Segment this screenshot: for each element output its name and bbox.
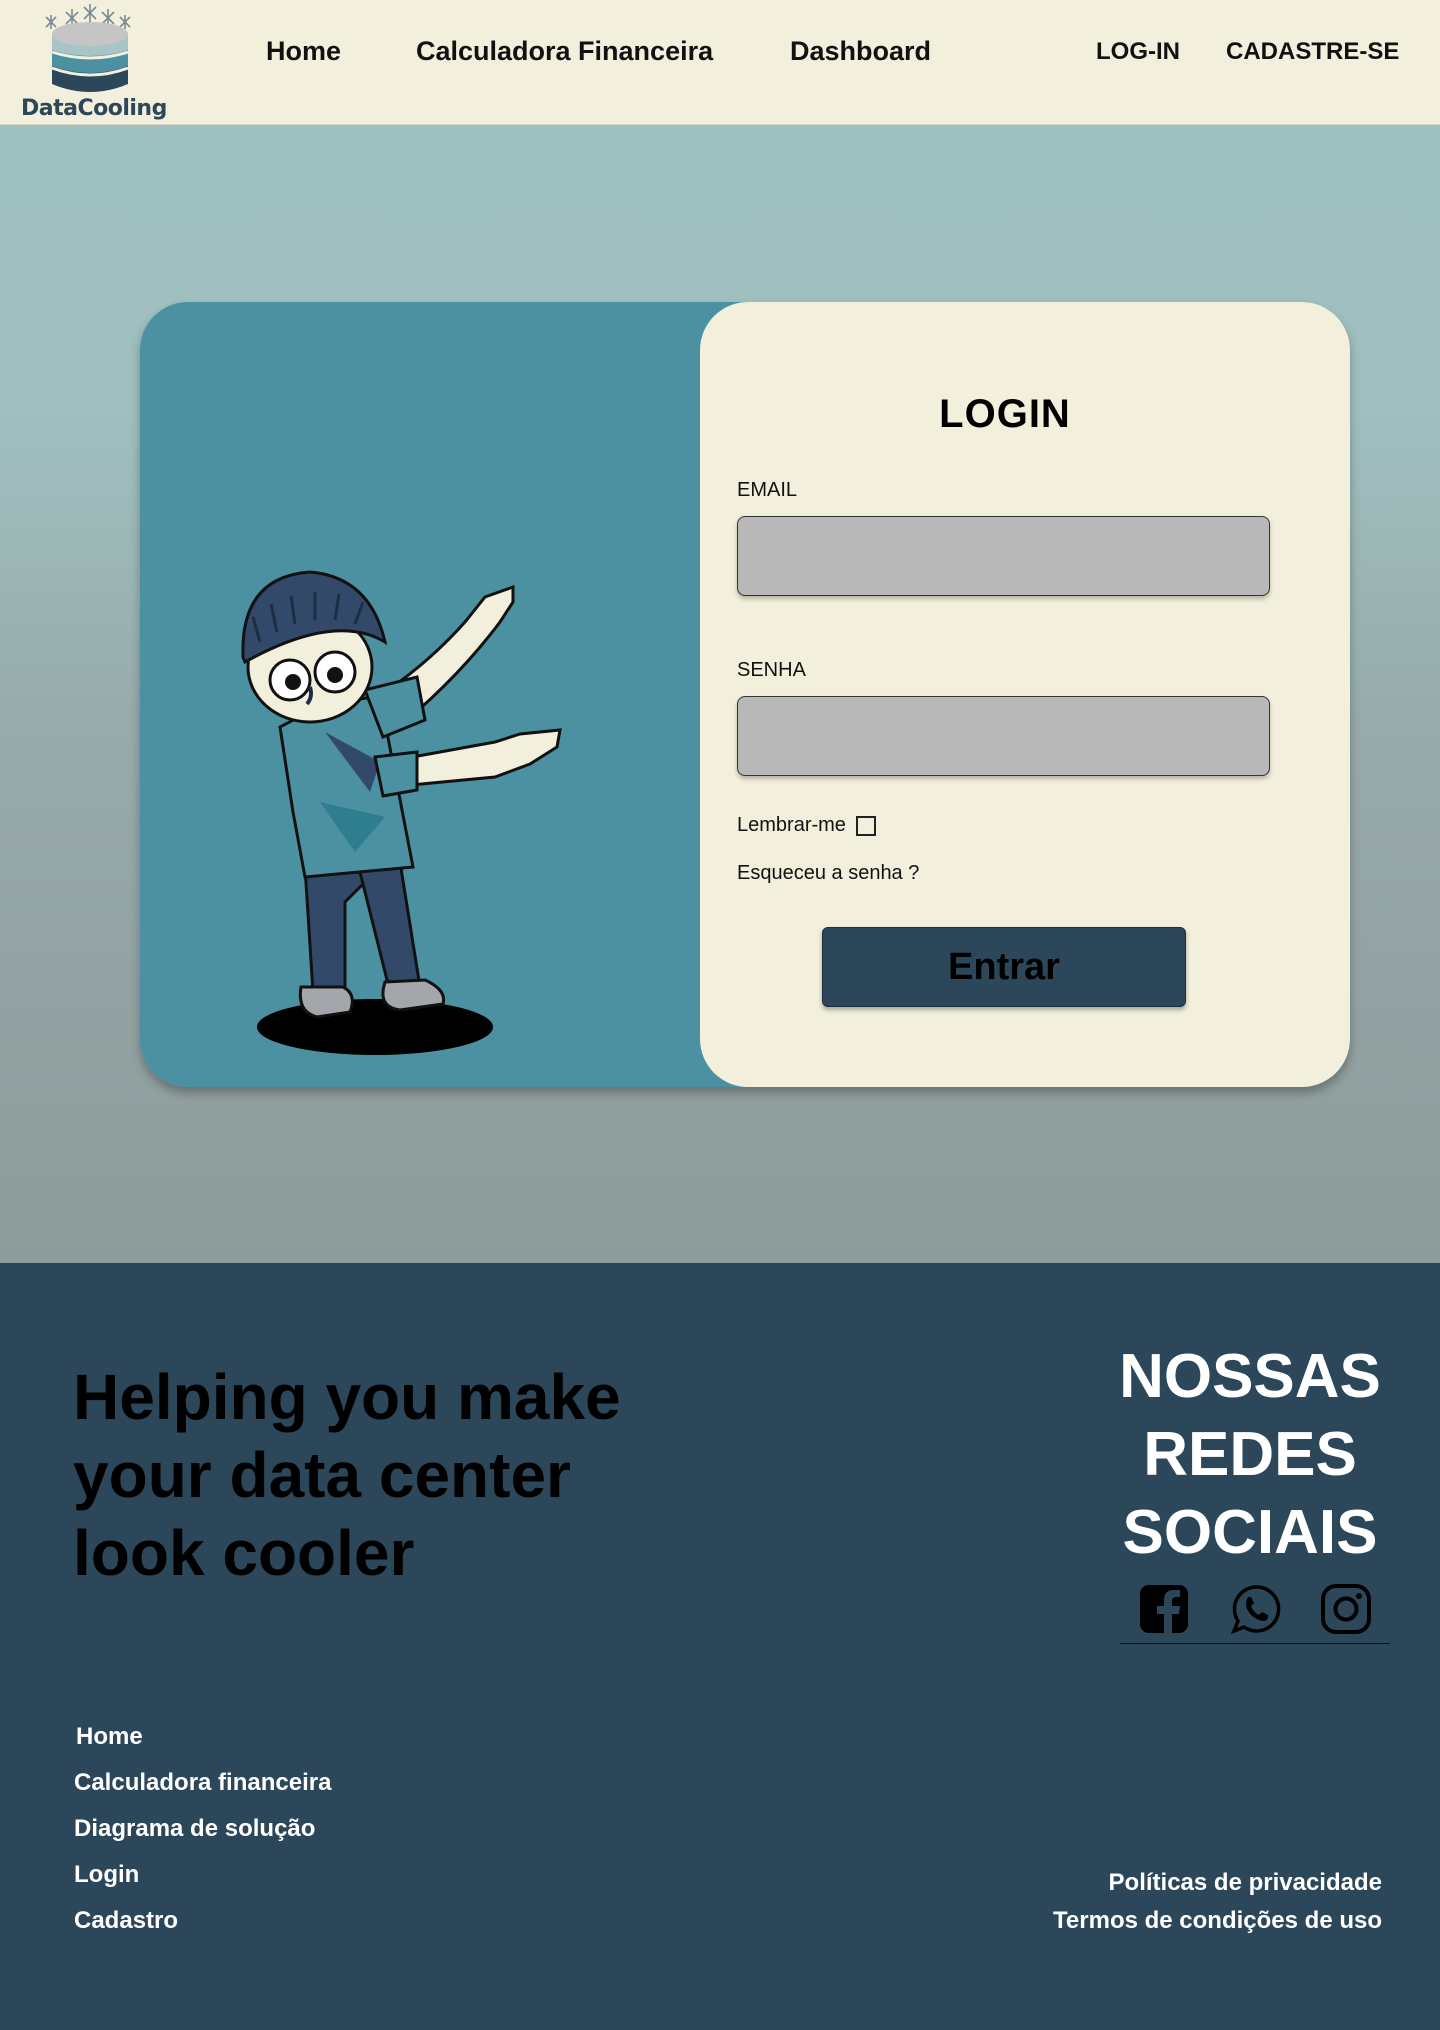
footer-link-calculadora[interactable]: Calculadora financeira xyxy=(74,1769,331,1797)
hero-section: LOGIN EMAIL SENHA Lembrar-me Esqueceu a … xyxy=(0,125,1440,1263)
email-label: EMAIL xyxy=(737,479,798,501)
whatsapp-icon[interactable] xyxy=(1230,1583,1282,1640)
nav-dashboard-link[interactable]: Dashboard xyxy=(790,36,931,67)
footer-link-login[interactable]: Login xyxy=(74,1861,139,1889)
instagram-icon[interactable] xyxy=(1320,1583,1372,1640)
social-title-line: SOCIAIS xyxy=(1122,1498,1378,1567)
site-header: DataCooling Home Calculadora Financeira … xyxy=(0,0,1440,125)
facebook-icon[interactable] xyxy=(1138,1583,1190,1640)
remember-me-label: Lembrar-me xyxy=(737,814,846,836)
nav-login-link[interactable]: LOG-IN xyxy=(1096,38,1180,66)
email-field[interactable] xyxy=(737,516,1270,596)
site-footer: Helping you make your data center look c… xyxy=(0,1263,1440,2030)
social-title-line: REDES xyxy=(1143,1420,1357,1489)
login-form-panel: LOGIN EMAIL SENHA Lembrar-me Esqueceu a … xyxy=(700,302,1350,1087)
database-snowflake-logo-icon xyxy=(45,4,131,92)
login-card: LOGIN EMAIL SENHA Lembrar-me Esqueceu a … xyxy=(140,302,1350,1087)
privacy-policy-link[interactable]: Políticas de privacidade xyxy=(1109,1869,1382,1897)
footer-link-home[interactable]: Home xyxy=(76,1723,143,1751)
illustration-panel xyxy=(140,302,790,1087)
footer-link-cadastro[interactable]: Cadastro xyxy=(74,1907,178,1935)
remember-me-row: Lembrar-me xyxy=(737,814,876,837)
brand-name: DataCooling xyxy=(21,96,167,121)
footer-tagline: Helping you make your data center look c… xyxy=(73,1361,621,1589)
login-title: LOGIN xyxy=(939,392,1071,436)
nav-home-link[interactable]: Home xyxy=(266,36,341,67)
nav-signup-link[interactable]: CADASTRE-SE xyxy=(1226,38,1399,66)
submit-login-button[interactable]: Entrar xyxy=(822,927,1186,1007)
social-title: NOSSAS REDES SOCIAIS xyxy=(1090,1338,1410,1572)
terms-of-use-link[interactable]: Termos de condições de uso xyxy=(1053,1907,1382,1935)
dabbing-character-illustration xyxy=(241,570,562,1055)
social-icons-row xyxy=(1120,1583,1390,1644)
nav-calculadora-link[interactable]: Calculadora Financeira xyxy=(416,36,713,67)
password-label: SENHA xyxy=(737,659,806,681)
remember-me-checkbox[interactable] xyxy=(855,815,876,836)
social-title-line: NOSSAS xyxy=(1119,1342,1381,1411)
forgot-password-link[interactable]: Esqueceu a senha ? xyxy=(737,862,919,885)
brand-logo[interactable]: DataCooling xyxy=(18,4,167,124)
footer-link-diagrama[interactable]: Diagrama de solução xyxy=(74,1815,315,1843)
password-field[interactable] xyxy=(737,696,1270,776)
